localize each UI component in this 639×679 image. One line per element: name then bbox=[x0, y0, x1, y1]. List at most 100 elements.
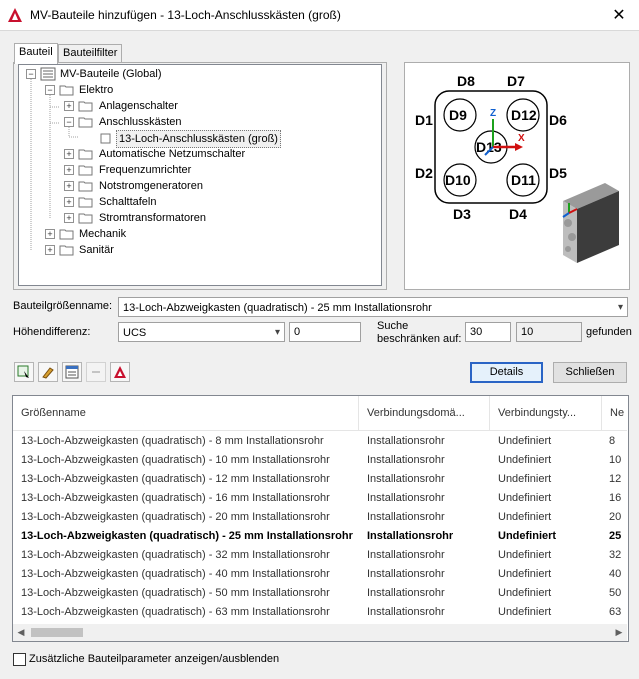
table-row[interactable]: 13-Loch-Abzweigkasten (quadratisch) - 50… bbox=[13, 584, 627, 603]
tree-item-label: Schalttafeln bbox=[99, 196, 157, 208]
collapse-icon[interactable]: − bbox=[26, 69, 36, 79]
expand-icon[interactable]: + bbox=[64, 197, 74, 207]
expand-icon[interactable]: + bbox=[64, 165, 74, 175]
table-row[interactable]: 13-Loch-Abzweigkasten (quadratisch) - 20… bbox=[13, 508, 627, 527]
table-cell: 13-Loch-Abzweigkasten (quadratisch) - 40… bbox=[21, 568, 330, 580]
expand-icon[interactable]: + bbox=[64, 181, 74, 191]
scroll-right-icon[interactable]: ▶ bbox=[613, 627, 625, 638]
table-row[interactable]: 13-Loch-Abzweigkasten (quadratisch) - 25… bbox=[13, 527, 627, 546]
table-row[interactable]: 13-Loch-Abzweigkasten (quadratisch) - 32… bbox=[13, 546, 627, 565]
table-row[interactable]: 13-Loch-Abzweigkasten (quadratisch) - 10… bbox=[13, 451, 627, 470]
col-header-verbindungstyp[interactable]: Verbindungsty... bbox=[490, 396, 602, 430]
expand-icon[interactable]: + bbox=[64, 149, 74, 159]
table-cell: Installationsrohr bbox=[367, 568, 445, 580]
tree-item-label: Stromtransformatoren bbox=[99, 212, 206, 224]
table-cell: Installationsrohr bbox=[367, 530, 454, 542]
show-parameters-label: Zusätzliche Bauteilparameter anzeigen/au… bbox=[29, 653, 280, 665]
table-row[interactable]: 13-Loch-Abzweigkasten (quadratisch) - 40… bbox=[13, 565, 627, 584]
table-cell: 13-Loch-Abzweigkasten (quadratisch) - 50… bbox=[21, 587, 330, 599]
expand-icon[interactable]: + bbox=[45, 245, 55, 255]
add-disabled-icon[interactable] bbox=[86, 362, 106, 382]
height-label: Höhendifferenz: bbox=[13, 326, 91, 338]
autocad-app-icon bbox=[8, 8, 22, 22]
details-button[interactable]: Details bbox=[470, 362, 543, 383]
folder-icon bbox=[59, 245, 74, 256]
table-row[interactable]: 13-Loch-Abzweigkasten (quadratisch) - 8 … bbox=[13, 432, 627, 451]
tab-bauteil[interactable]: Bauteil bbox=[14, 43, 58, 64]
table-header: Größenname Verbindungsdomä... Verbindung… bbox=[13, 396, 627, 431]
tree-item-label: Anschlusskästen bbox=[99, 116, 182, 128]
axis-x-label: X bbox=[518, 133, 525, 144]
table-cell: 40 bbox=[609, 568, 622, 580]
label-d3: D3 bbox=[453, 206, 471, 222]
expand-icon[interactable]: + bbox=[64, 213, 74, 223]
table-cell: Undefiniert bbox=[498, 549, 552, 561]
table-cell: Undefiniert bbox=[498, 606, 552, 618]
tab-bauteilfilter[interactable]: Bauteilfilter bbox=[58, 44, 123, 63]
scrollbar-thumb[interactable] bbox=[31, 628, 83, 637]
table-cell: 8 bbox=[609, 435, 616, 447]
folder-icon bbox=[59, 229, 74, 240]
col-header-ne[interactable]: Ne bbox=[602, 396, 627, 430]
table-cell: Installationsrohr bbox=[367, 511, 445, 523]
show-parameters-checkbox[interactable] bbox=[13, 653, 26, 666]
expand-icon[interactable]: + bbox=[45, 229, 55, 239]
col-header-verbindungsdomaene[interactable]: Verbindungsdomä... bbox=[359, 396, 490, 430]
search-limit-label: Suche beschränken auf: bbox=[377, 320, 462, 345]
chevron-down-icon: ▾ bbox=[274, 327, 280, 338]
height-input[interactable]: 0 bbox=[289, 322, 361, 342]
table-cell: 13-Loch-Abzweigkasten (quadratisch) - 16… bbox=[21, 492, 330, 504]
label-d12: D12 bbox=[511, 107, 537, 123]
table-cell: 13-Loch-Abzweigkasten (quadratisch) - 8 … bbox=[21, 435, 324, 447]
scroll-left-icon[interactable]: ◀ bbox=[15, 627, 27, 638]
match-properties-icon[interactable] bbox=[38, 362, 58, 382]
table-row[interactable]: 13-Loch-Abzweigkasten (quadratisch) - 12… bbox=[13, 470, 627, 489]
folder-open-icon bbox=[78, 117, 93, 128]
table-cell: 13-Loch-Abzweigkasten (quadratisch) - 63… bbox=[21, 606, 330, 618]
collapse-icon[interactable]: − bbox=[64, 117, 74, 127]
table-cell: Undefiniert bbox=[498, 530, 557, 542]
expand-icon[interactable]: + bbox=[64, 101, 74, 111]
height-combo[interactable]: UCS ▾ bbox=[118, 322, 285, 342]
autocad-icon[interactable] bbox=[110, 362, 130, 382]
table-cell: 10 bbox=[609, 454, 622, 466]
table-cell: Installationsrohr bbox=[367, 606, 445, 618]
size-table[interactable]: Größenname Verbindungsdomä... Verbindung… bbox=[12, 395, 629, 642]
table-cell: 20 bbox=[609, 511, 622, 523]
table-cell: Undefiniert bbox=[498, 473, 552, 485]
table-cell: 12 bbox=[609, 473, 622, 485]
table-cell: Installationsrohr bbox=[367, 473, 445, 485]
table-cell: Undefiniert bbox=[498, 511, 552, 523]
table-row[interactable]: 13-Loch-Abzweigkasten (quadratisch) - 63… bbox=[13, 603, 627, 622]
box-3d-icon bbox=[562, 183, 619, 263]
tree-item-label: Notstromgeneratoren bbox=[99, 180, 203, 192]
table-cell: Undefiniert bbox=[498, 587, 552, 599]
folder-icon bbox=[78, 165, 93, 176]
size-combo-value: 13-Loch-Abzweigkasten (quadratisch) - 25… bbox=[123, 302, 432, 314]
table-cell: Undefiniert bbox=[498, 435, 552, 447]
window-title: MV-Bauteile hinzufügen - 13-Loch-Anschlu… bbox=[30, 8, 341, 22]
select-part-icon[interactable] bbox=[14, 362, 34, 382]
table-cell: Installationsrohr bbox=[367, 587, 445, 599]
search-limit-input[interactable]: 30 bbox=[465, 322, 511, 342]
horizontal-scrollbar[interactable]: ◀ ▶ bbox=[13, 624, 627, 641]
table-cell: Installationsrohr bbox=[367, 549, 445, 561]
properties-icon[interactable] bbox=[62, 362, 82, 382]
collapse-icon[interactable]: − bbox=[45, 85, 55, 95]
tree-item-label: MV-Bauteile (Global) bbox=[60, 68, 162, 80]
folder-icon bbox=[78, 213, 93, 224]
col-header-groessenname[interactable]: Größenname bbox=[13, 396, 359, 430]
chevron-down-icon: ▾ bbox=[617, 302, 623, 313]
table-cell: Installationsrohr bbox=[367, 492, 445, 504]
part-preview: D8 D7 D1 D6 D2 D5 D3 D4 D9 D12 D13 D10 D… bbox=[404, 62, 630, 290]
table-cell: Undefiniert bbox=[498, 568, 552, 580]
table-row[interactable]: 13-Loch-Abzweigkasten (quadratisch) - 16… bbox=[13, 489, 627, 508]
part-tree[interactable]: − MV-Bauteile (Global) − Elektro + Anlag… bbox=[18, 64, 382, 286]
table-cell: 13-Loch-Abzweigkasten (quadratisch) - 32… bbox=[21, 549, 330, 561]
table-cell: 13-Loch-Abzweigkasten (quadratisch) - 10… bbox=[21, 454, 330, 466]
window-close-button[interactable]: ✕ bbox=[599, 0, 639, 30]
height-combo-value: UCS bbox=[123, 327, 147, 339]
size-combo[interactable]: 13-Loch-Abzweigkasten (quadratisch) - 25… bbox=[118, 297, 628, 317]
table-cell: 50 bbox=[609, 587, 622, 599]
close-button[interactable]: Schließen bbox=[553, 362, 627, 383]
